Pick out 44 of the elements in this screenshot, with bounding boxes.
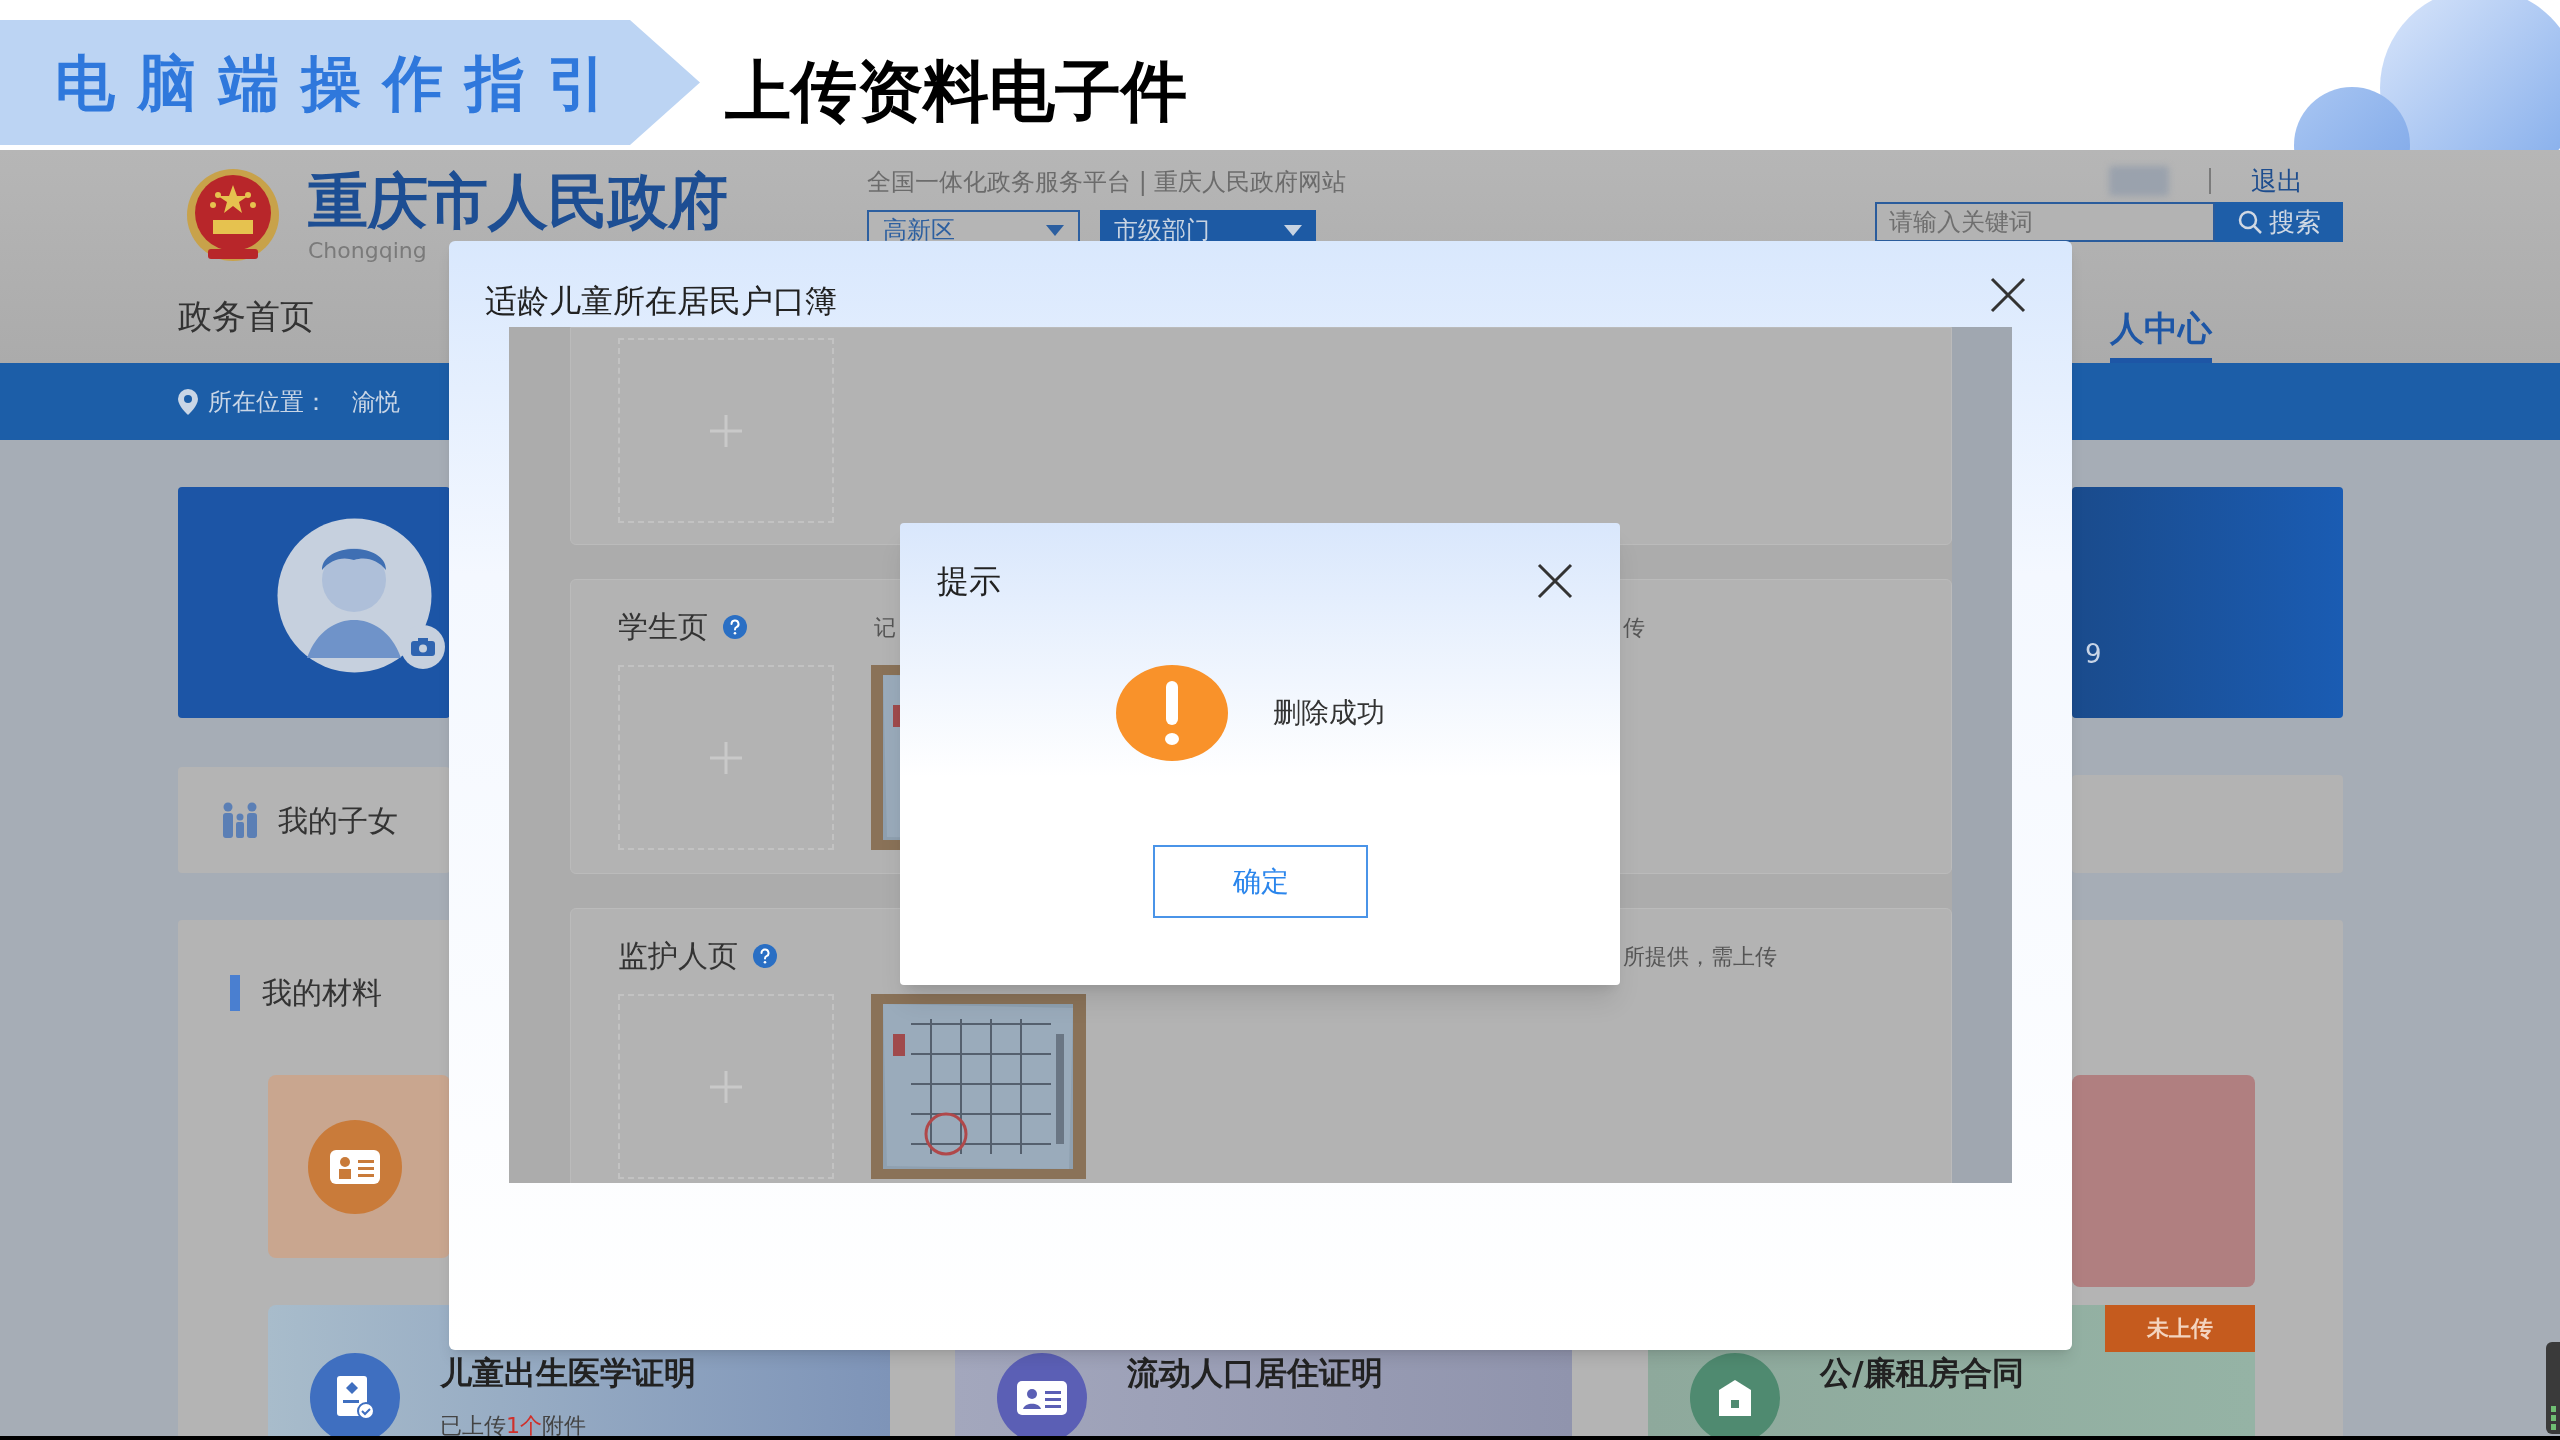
camera-icon	[411, 638, 435, 656]
help-icon[interactable]	[722, 614, 748, 640]
title-marker	[230, 974, 240, 1011]
breadcrumb-label: 所在位置：	[208, 386, 328, 418]
status-badge: 未上传	[2105, 1305, 2255, 1352]
logout-link[interactable]: 退出	[2251, 164, 2303, 198]
close-icon[interactable]	[1535, 561, 1575, 601]
site-tagline: 全国一体化政务服务平台 | 重庆人民政府网站	[867, 167, 1347, 198]
caret-icon	[1284, 224, 1302, 236]
material-tile[interactable]	[268, 1075, 450, 1258]
confirm-button[interactable]: 确定	[1153, 845, 1368, 918]
hint-text: 所提供，需上传	[1623, 942, 1777, 971]
tile-title: 公/廉租房合同	[1820, 1353, 2024, 1393]
material-tile[interactable]	[2072, 1075, 2255, 1287]
number-fragment: 9	[2085, 639, 2102, 669]
search-button[interactable]: 搜索	[2215, 202, 2343, 242]
help-icon[interactable]	[752, 943, 778, 969]
alert-title: 提示	[937, 561, 1001, 601]
hint-text: 记	[874, 614, 896, 640]
close-icon[interactable]	[1988, 275, 2028, 315]
dialog-title: 适龄儿童所在居民户口簿	[485, 281, 837, 321]
site-name: 重庆市人民政府	[308, 165, 728, 237]
children-card[interactable]: 我的子女	[178, 767, 450, 873]
section-title: 监护人页	[618, 941, 738, 971]
breadcrumb-link[interactable]: 渝悦	[352, 383, 400, 420]
blurred-icon	[2109, 166, 2169, 196]
tile-title: 儿童出生医学证明	[440, 1353, 696, 1393]
tile-title: 流动人口居住证明	[1127, 1353, 1383, 1393]
search-field[interactable]: 请输入关键词	[1875, 202, 2215, 242]
section-title: 学生页	[618, 612, 708, 642]
level-meter-icon	[2546, 1342, 2560, 1434]
warning-icon	[1116, 665, 1228, 761]
caret-icon	[1046, 224, 1064, 236]
hint-text: 传	[1623, 613, 1645, 642]
section-title: 我的材料	[262, 974, 382, 1012]
tile-status: 已上传1个附件	[440, 1412, 587, 1436]
alert-message: 删除成功	[1273, 695, 1385, 731]
slide-title: 上传资料电子件	[725, 52, 1187, 132]
section-banner: 电脑端操作指引	[0, 20, 700, 145]
location-pin-icon	[178, 388, 198, 415]
site-name-latin: Chongqing	[308, 237, 428, 265]
search-icon	[2237, 209, 2263, 235]
nav-tab[interactable]: 政务首页	[178, 294, 314, 351]
family-icon	[220, 802, 260, 838]
